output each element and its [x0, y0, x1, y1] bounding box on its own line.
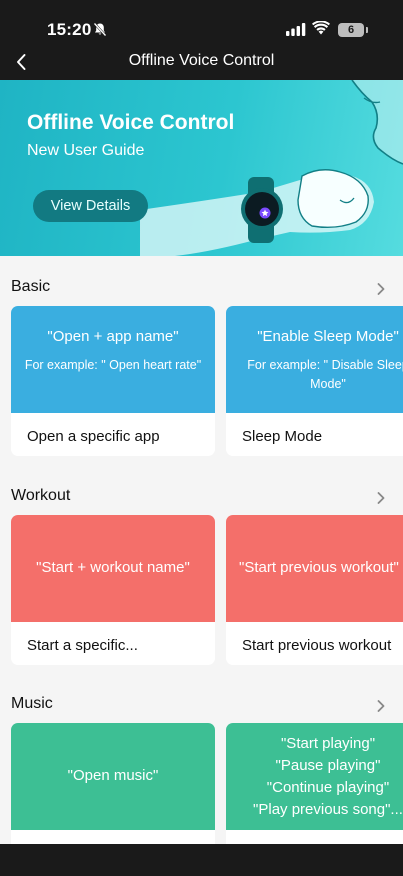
cellular-signal-icon [286, 23, 306, 36]
example-text: For example: " Disable Sleep Mode" [247, 358, 403, 391]
card-banner: "Open music" [11, 723, 215, 830]
card-banner: "Open + app name" For example: " Open he… [11, 306, 215, 413]
command-card[interactable]: "Open + app name" For example: " Open he… [11, 306, 215, 456]
section-header-basic[interactable]: Basic [0, 274, 403, 304]
battery-indicator: 6 [338, 23, 364, 37]
command-text: "Open + app name" [47, 328, 179, 345]
command-card[interactable]: "Enable Sleep Mode" For example: " Disab… [226, 306, 403, 456]
card-banner: "Enable Sleep Mode" For example: " Disab… [226, 306, 403, 413]
status-time: 15:20 [47, 20, 92, 39]
command-line: "Continue playing" [266, 779, 390, 796]
command-text: "Open music" [67, 767, 159, 784]
command-text: "Start previous workout" [239, 559, 399, 576]
card-banner: "Start playing" "Pause playing" "Continu… [226, 723, 403, 830]
section-header-music[interactable]: Music [0, 691, 403, 721]
command-line: "Start playing" [280, 735, 376, 752]
card-label: Sleep Mode [242, 428, 323, 445]
command-line: "Play previous song"... [253, 801, 403, 818]
status-bar: 15:20 6 [0, 0, 403, 44]
bottom-bar [0, 844, 403, 876]
content-area: Basic "Open + app name" For example: " O… [0, 256, 403, 844]
command-card[interactable]: "Open music" [11, 723, 215, 844]
section-header-workout[interactable]: Workout [0, 483, 403, 513]
command-card[interactable]: "Start playing" "Pause playing" "Continu… [226, 723, 403, 844]
chevron-right-icon[interactable] [376, 699, 386, 713]
section-title: Music [11, 695, 53, 712]
card-label: Start a specific... [27, 637, 138, 654]
command-card[interactable]: "Start previous workout" Start previous … [226, 515, 403, 665]
command-text: "Enable Sleep Mode" [257, 328, 399, 345]
command-card[interactable]: "Start + workout name" Start a specific.… [11, 515, 215, 665]
battery-tip [366, 27, 368, 33]
hero-subtitle: New User Guide [27, 142, 145, 159]
navigation-bar: Offline Voice Control [0, 44, 403, 80]
chevron-right-icon[interactable] [376, 491, 386, 505]
card-label: Open a specific app [27, 428, 160, 445]
card-label: Start previous workout [242, 637, 392, 654]
bell-muted-icon [93, 22, 107, 37]
command-text: "Start + workout name" [36, 559, 190, 576]
card-banner: "Start + workout name" [11, 515, 215, 622]
card-banner: "Start previous workout" [226, 515, 403, 622]
example-text: For example: " Open heart rate" [24, 358, 202, 372]
page-title: Offline Voice Control [128, 52, 275, 69]
chevron-right-icon[interactable] [376, 282, 386, 296]
view-details-button[interactable]: View Details [33, 190, 148, 222]
hero-title: Offline Voice Control [27, 111, 235, 134]
command-line: "Pause playing" [275, 757, 381, 774]
wifi-icon [312, 21, 330, 35]
hero-banner[interactable]: Offline Voice Control New User Guide Vie… [0, 80, 403, 256]
section-title: Workout [11, 487, 71, 504]
watch-illustration [140, 80, 403, 256]
section-title: Basic [11, 278, 51, 295]
